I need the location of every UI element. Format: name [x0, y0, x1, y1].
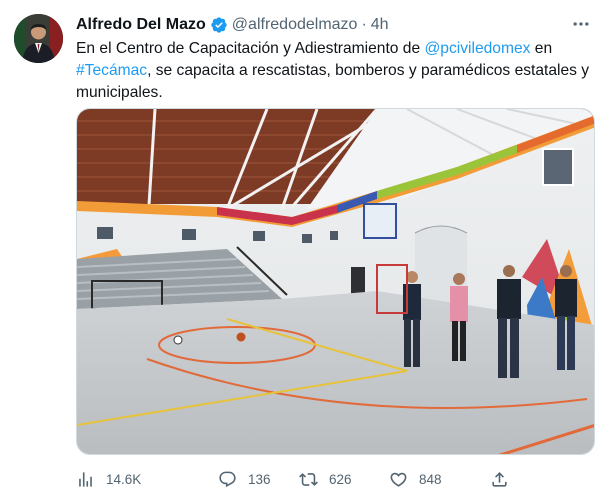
more-horizontal-icon[interactable]	[569, 12, 593, 36]
tweet-actions: 14.6K 136 626 848	[76, 466, 596, 492]
tweet-header: Alfredo Del Mazo @alfredodelmazo · 4h	[76, 14, 389, 36]
verified-badge-icon	[210, 16, 228, 34]
tweet[interactable]: Alfredo Del Mazo @alfredodelmazo · 4h En…	[0, 0, 611, 501]
tweet-text-part: en	[530, 40, 553, 57]
share-icon	[492, 471, 507, 487]
views-count: 14.6K	[106, 471, 142, 487]
tweet-timestamp[interactable]: 4h	[371, 16, 389, 34]
reply-button[interactable]: 136	[218, 466, 271, 492]
like-icon	[390, 472, 407, 487]
mention-link[interactable]: @pciviledomex	[424, 40, 530, 57]
hashtag-link[interactable]: #Tecámac	[76, 62, 147, 79]
reply-count: 136	[248, 471, 271, 487]
analytics-icon	[79, 471, 92, 487]
retweet-button[interactable]: 626	[299, 466, 352, 492]
retweet-icon	[299, 472, 318, 486]
avatar-photo	[14, 14, 63, 63]
share-button[interactable]	[490, 466, 520, 492]
avatar[interactable]	[14, 14, 63, 63]
author-handle[interactable]: @alfredodelmazo	[232, 16, 358, 34]
tweet-text-part: En el Centro de Capacitación y Adiestram…	[76, 40, 425, 57]
reply-icon	[219, 471, 236, 487]
like-button[interactable]: 848	[389, 466, 442, 492]
tweet-photo[interactable]	[76, 108, 595, 455]
author-name[interactable]: Alfredo Del Mazo	[76, 16, 206, 34]
views-button[interactable]: 14.6K	[76, 466, 141, 492]
like-count: 848	[419, 471, 442, 487]
tweet-text-part: , se capacita a rescatistas, bomberos y …	[76, 62, 590, 101]
gym-interior-photo	[77, 109, 594, 454]
tweet-text: En el Centro de Capacitación y Adiestram…	[76, 38, 596, 104]
header-separator: ·	[361, 16, 367, 33]
retweet-count: 626	[329, 471, 352, 487]
